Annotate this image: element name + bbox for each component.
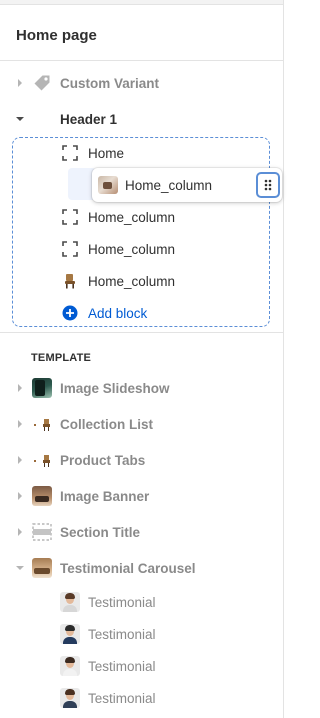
- banner-thumbnail: [32, 486, 52, 506]
- top-strip: [0, 0, 284, 5]
- section-section-title[interactable]: Section Title: [0, 516, 283, 548]
- block-label: Home_column: [88, 273, 176, 289]
- testimonial-block[interactable]: Testimonial: [0, 650, 283, 682]
- block-label: Home_column: [88, 241, 176, 257]
- block-label: Home_column: [125, 178, 213, 193]
- panel-border: [283, 0, 284, 718]
- section-label: Testimonial Carousel: [60, 560, 196, 576]
- template-heading: TEMPLATE: [31, 352, 92, 364]
- add-block-button[interactable]: Add block: [0, 297, 283, 329]
- block-label: Testimonial: [88, 690, 156, 706]
- avatar: [60, 656, 80, 676]
- chevron-right-icon[interactable]: [14, 77, 26, 89]
- slideshow-thumbnail: [32, 378, 52, 398]
- tag-icon: [31, 72, 53, 94]
- plus-circle-icon: [59, 302, 81, 324]
- section-custom-variant[interactable]: Custom Variant: [0, 67, 283, 99]
- block-label: Home: [88, 145, 125, 161]
- add-block-label: Add block: [88, 305, 148, 321]
- block-row[interactable]: Home: [0, 137, 283, 169]
- section-label: Header 1: [60, 111, 118, 127]
- chevron-down-icon[interactable]: [14, 562, 26, 574]
- block-row[interactable]: Home_column: [0, 233, 283, 265]
- block-label: Testimonial: [88, 658, 156, 674]
- chair-icon: [59, 270, 81, 292]
- block-label: Home_column: [88, 209, 176, 225]
- section-label: Section Title: [60, 524, 141, 540]
- section-product-tabs[interactable]: Product Tabs: [0, 444, 283, 476]
- dashed-frame-icon: [59, 206, 81, 228]
- section-image-slideshow[interactable]: Image Slideshow: [0, 372, 283, 404]
- block-label: Testimonial: [88, 626, 156, 642]
- chevron-right-icon[interactable]: [14, 418, 26, 430]
- chevron-right-icon[interactable]: [14, 454, 26, 466]
- page-title: Home page: [16, 27, 97, 44]
- section-label: Custom Variant: [60, 75, 160, 91]
- chevron-right-icon[interactable]: [14, 490, 26, 502]
- block-row[interactable]: Home_column: [0, 265, 283, 297]
- section-testimonial-carousel[interactable]: Testimonial Carousel: [0, 552, 283, 584]
- section-label: Collection List: [60, 416, 154, 432]
- section-label: Product Tabs: [60, 452, 146, 468]
- divider: [0, 60, 283, 61]
- carousel-thumbnail: [32, 558, 52, 578]
- section-header[interactable]: Header 1: [0, 103, 283, 135]
- section-collection-list[interactable]: Collection List: [0, 408, 283, 440]
- divider: [0, 332, 283, 333]
- drag-handle-icon[interactable]: [256, 172, 280, 198]
- chevron-right-icon[interactable]: [14, 382, 26, 394]
- block-label: Testimonial: [88, 594, 156, 610]
- product-image-thumbnail: [98, 176, 118, 194]
- section-title-icon: [31, 521, 53, 543]
- dashed-frame-icon: [59, 142, 81, 164]
- block-row[interactable]: Home_column: [0, 201, 283, 233]
- collection-thumbnail: [32, 417, 54, 431]
- section-image-banner[interactable]: Image Banner: [0, 480, 283, 512]
- section-label: Image Banner: [60, 488, 150, 504]
- testimonial-block[interactable]: Testimonial: [0, 618, 283, 650]
- dragging-block-card[interactable]: Home_column: [92, 168, 282, 202]
- avatar: [60, 592, 80, 612]
- avatar: [60, 688, 80, 708]
- section-label: Image Slideshow: [60, 380, 170, 396]
- chevron-right-icon[interactable]: [14, 526, 26, 538]
- testimonial-block[interactable]: Testimonial: [0, 586, 283, 618]
- chevron-down-icon[interactable]: [14, 113, 26, 125]
- product-thumbnail: [32, 453, 54, 467]
- dashed-frame-icon: [59, 238, 81, 260]
- testimonial-block[interactable]: Testimonial: [0, 682, 283, 714]
- avatar: [60, 624, 80, 644]
